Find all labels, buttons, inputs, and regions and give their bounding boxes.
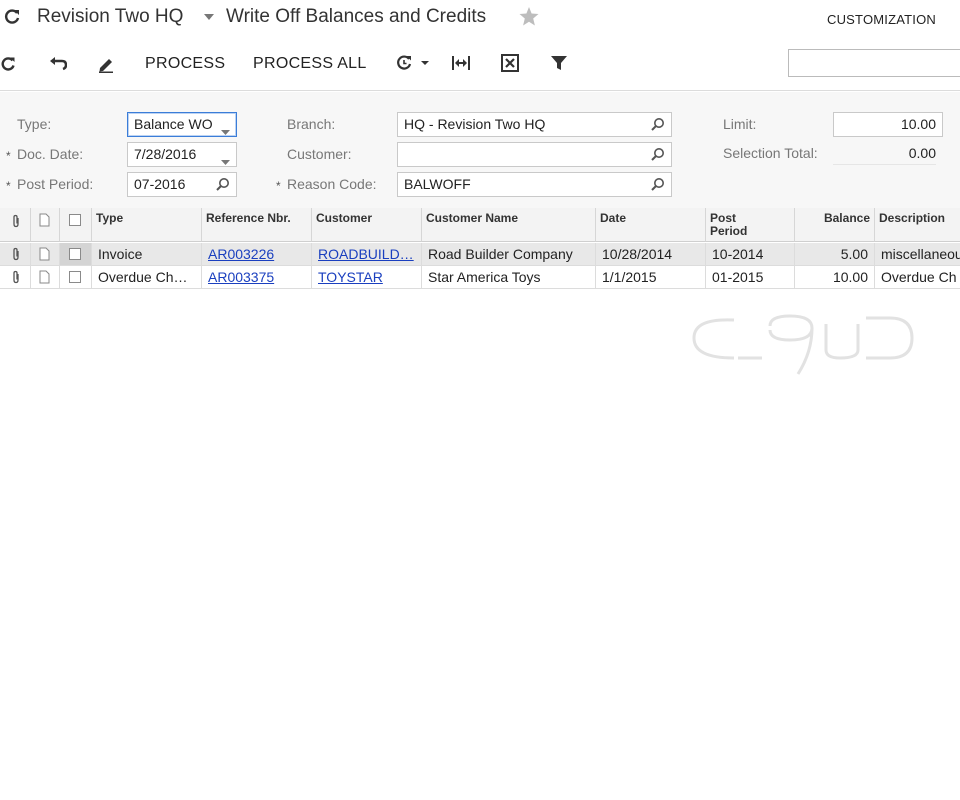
table-cell-balance: 5.00: [795, 243, 875, 266]
process-all-button[interactable]: PROCESS ALL: [253, 55, 367, 73]
search-icon[interactable]: [651, 177, 665, 194]
search-icon[interactable]: [216, 177, 230, 194]
description-column-header[interactable]: Description: [875, 208, 960, 242]
title-bar: Revision Two HQ Write Off Balances and C…: [0, 0, 960, 36]
process-button[interactable]: PROCESS: [145, 55, 225, 73]
reason-code-field[interactable]: BALWOFF: [397, 172, 672, 197]
limit-label: Limit:: [723, 116, 757, 132]
post-period-label: Post Period:: [17, 176, 94, 192]
required-marker: *: [276, 179, 281, 193]
table-cell-post-period: 10-2014: [706, 243, 795, 266]
chevron-down-icon[interactable]: [203, 12, 215, 22]
table-cell-post-period: 01-2015: [706, 266, 795, 289]
row-checkbox[interactable]: [69, 248, 81, 260]
star-icon[interactable]: [518, 6, 540, 26]
refresh-icon[interactable]: [0, 54, 16, 74]
attachment-column-header[interactable]: [0, 208, 31, 242]
type-select[interactable]: Balance WO: [127, 112, 237, 137]
table-row-attachment[interactable]: [0, 266, 31, 289]
row-checkbox[interactable]: [69, 271, 81, 283]
export-excel-icon[interactable]: [499, 53, 521, 73]
table-row-select[interactable]: [60, 266, 92, 289]
table-cell-date: 10/28/2014: [596, 243, 706, 266]
table-cell-type: Overdue Ch…: [92, 266, 202, 289]
note-icon: [39, 270, 50, 287]
table-cell-customer-name: Star America Toys: [422, 266, 596, 289]
company-title[interactable]: Revision Two HQ: [37, 6, 183, 28]
limit-field[interactable]: 10.00: [833, 112, 943, 137]
paperclip-icon: [11, 247, 21, 264]
post-period-header-line2: Period: [710, 224, 748, 238]
table-cell-type: Invoice: [92, 243, 202, 266]
fit-columns-icon[interactable]: [450, 53, 472, 73]
search-input[interactable]: [788, 49, 960, 77]
customization-menu[interactable]: CUSTOMIZATION: [827, 12, 936, 27]
doc-date-field[interactable]: 7/28/2016: [127, 142, 237, 167]
date-column-header[interactable]: Date: [596, 208, 706, 242]
branch-field[interactable]: HQ - Revision Two HQ: [397, 112, 672, 137]
table-cell-balance: 10.00: [795, 266, 875, 289]
type-label: Type:: [17, 116, 52, 132]
edit-icon[interactable]: [96, 54, 116, 74]
post-period-field[interactable]: 07-2016: [127, 172, 237, 197]
customer-name-column-header[interactable]: Customer Name: [422, 208, 596, 242]
chevron-down-icon[interactable]: [221, 152, 230, 166]
reason-code-value: BALWOFF: [404, 176, 471, 192]
required-marker: *: [6, 179, 11, 193]
table-cell-description: Overdue Ch: [875, 266, 960, 289]
table-cell-customer-name: Road Builder Company: [422, 243, 596, 266]
type-value: Balance WO: [134, 116, 213, 132]
toolbar: PROCESS PROCESS ALL: [0, 40, 960, 91]
filter-icon[interactable]: [548, 53, 570, 73]
branch-value: HQ - Revision Two HQ: [404, 116, 546, 132]
branch-label: Branch:: [287, 116, 336, 132]
post-period-column-header[interactable]: Post Period: [706, 208, 795, 242]
customer-label: Customer:: [287, 146, 352, 162]
table-cell-reference-nbr: AR003375: [202, 266, 312, 289]
refresh-icon[interactable]: [2, 7, 22, 27]
customer-link[interactable]: ROADBUILD…: [318, 246, 414, 262]
paperclip-icon: [11, 214, 21, 231]
paperclip-icon: [11, 270, 21, 287]
customer-column-header[interactable]: Customer: [312, 208, 422, 242]
reason-code-label: Reason Code:: [287, 176, 377, 192]
selection-total-label: Selection Total:: [723, 145, 818, 161]
page-title: Write Off Balances and Credits: [226, 6, 487, 27]
table-cell-description: miscellaneou: [875, 243, 960, 266]
required-marker: *: [6, 149, 11, 163]
type-column-header[interactable]: Type: [92, 208, 202, 242]
table-row-select[interactable]: [60, 243, 92, 266]
table-cell-date: 1/1/2015: [596, 266, 706, 289]
filter-form: Type: Balance WO * Doc. Date: 7/28/2016 …: [0, 92, 960, 209]
table-row-note[interactable]: [31, 266, 60, 289]
table-row-attachment[interactable]: [0, 243, 31, 266]
table-row-note[interactable]: [31, 243, 60, 266]
search-icon[interactable]: [651, 117, 665, 134]
note-icon: [39, 213, 50, 230]
post-period-value: 07-2016: [134, 176, 186, 192]
table-cell-customer: ROADBUILD…: [312, 243, 422, 266]
customer-link[interactable]: TOYSTAR: [318, 269, 383, 285]
customer-field[interactable]: [397, 142, 672, 167]
schedule-icon[interactable]: [394, 53, 432, 73]
doc-date-label: Doc. Date:: [17, 146, 84, 162]
note-column-header[interactable]: [31, 208, 60, 242]
reference-nbr-link[interactable]: AR003226: [208, 246, 274, 262]
undo-icon[interactable]: [48, 54, 68, 74]
chevron-down-icon[interactable]: [221, 122, 230, 136]
search-icon[interactable]: [651, 147, 665, 164]
table-cell-reference-nbr: AR003226: [202, 243, 312, 266]
note-icon: [39, 247, 50, 264]
reference-nbr-link[interactable]: AR003375: [208, 269, 274, 285]
select-all-header[interactable]: [60, 208, 92, 242]
reference-nbr-column-header[interactable]: Reference Nbr.: [202, 208, 312, 242]
select-all-checkbox[interactable]: [69, 214, 81, 226]
table-cell-customer: TOYSTAR: [312, 266, 422, 289]
selection-total-value: 0.00: [833, 145, 936, 165]
doc-date-value: 7/28/2016: [134, 146, 197, 162]
balance-column-header[interactable]: Balance: [795, 208, 875, 242]
cloud-watermark-logo: [692, 314, 914, 375]
